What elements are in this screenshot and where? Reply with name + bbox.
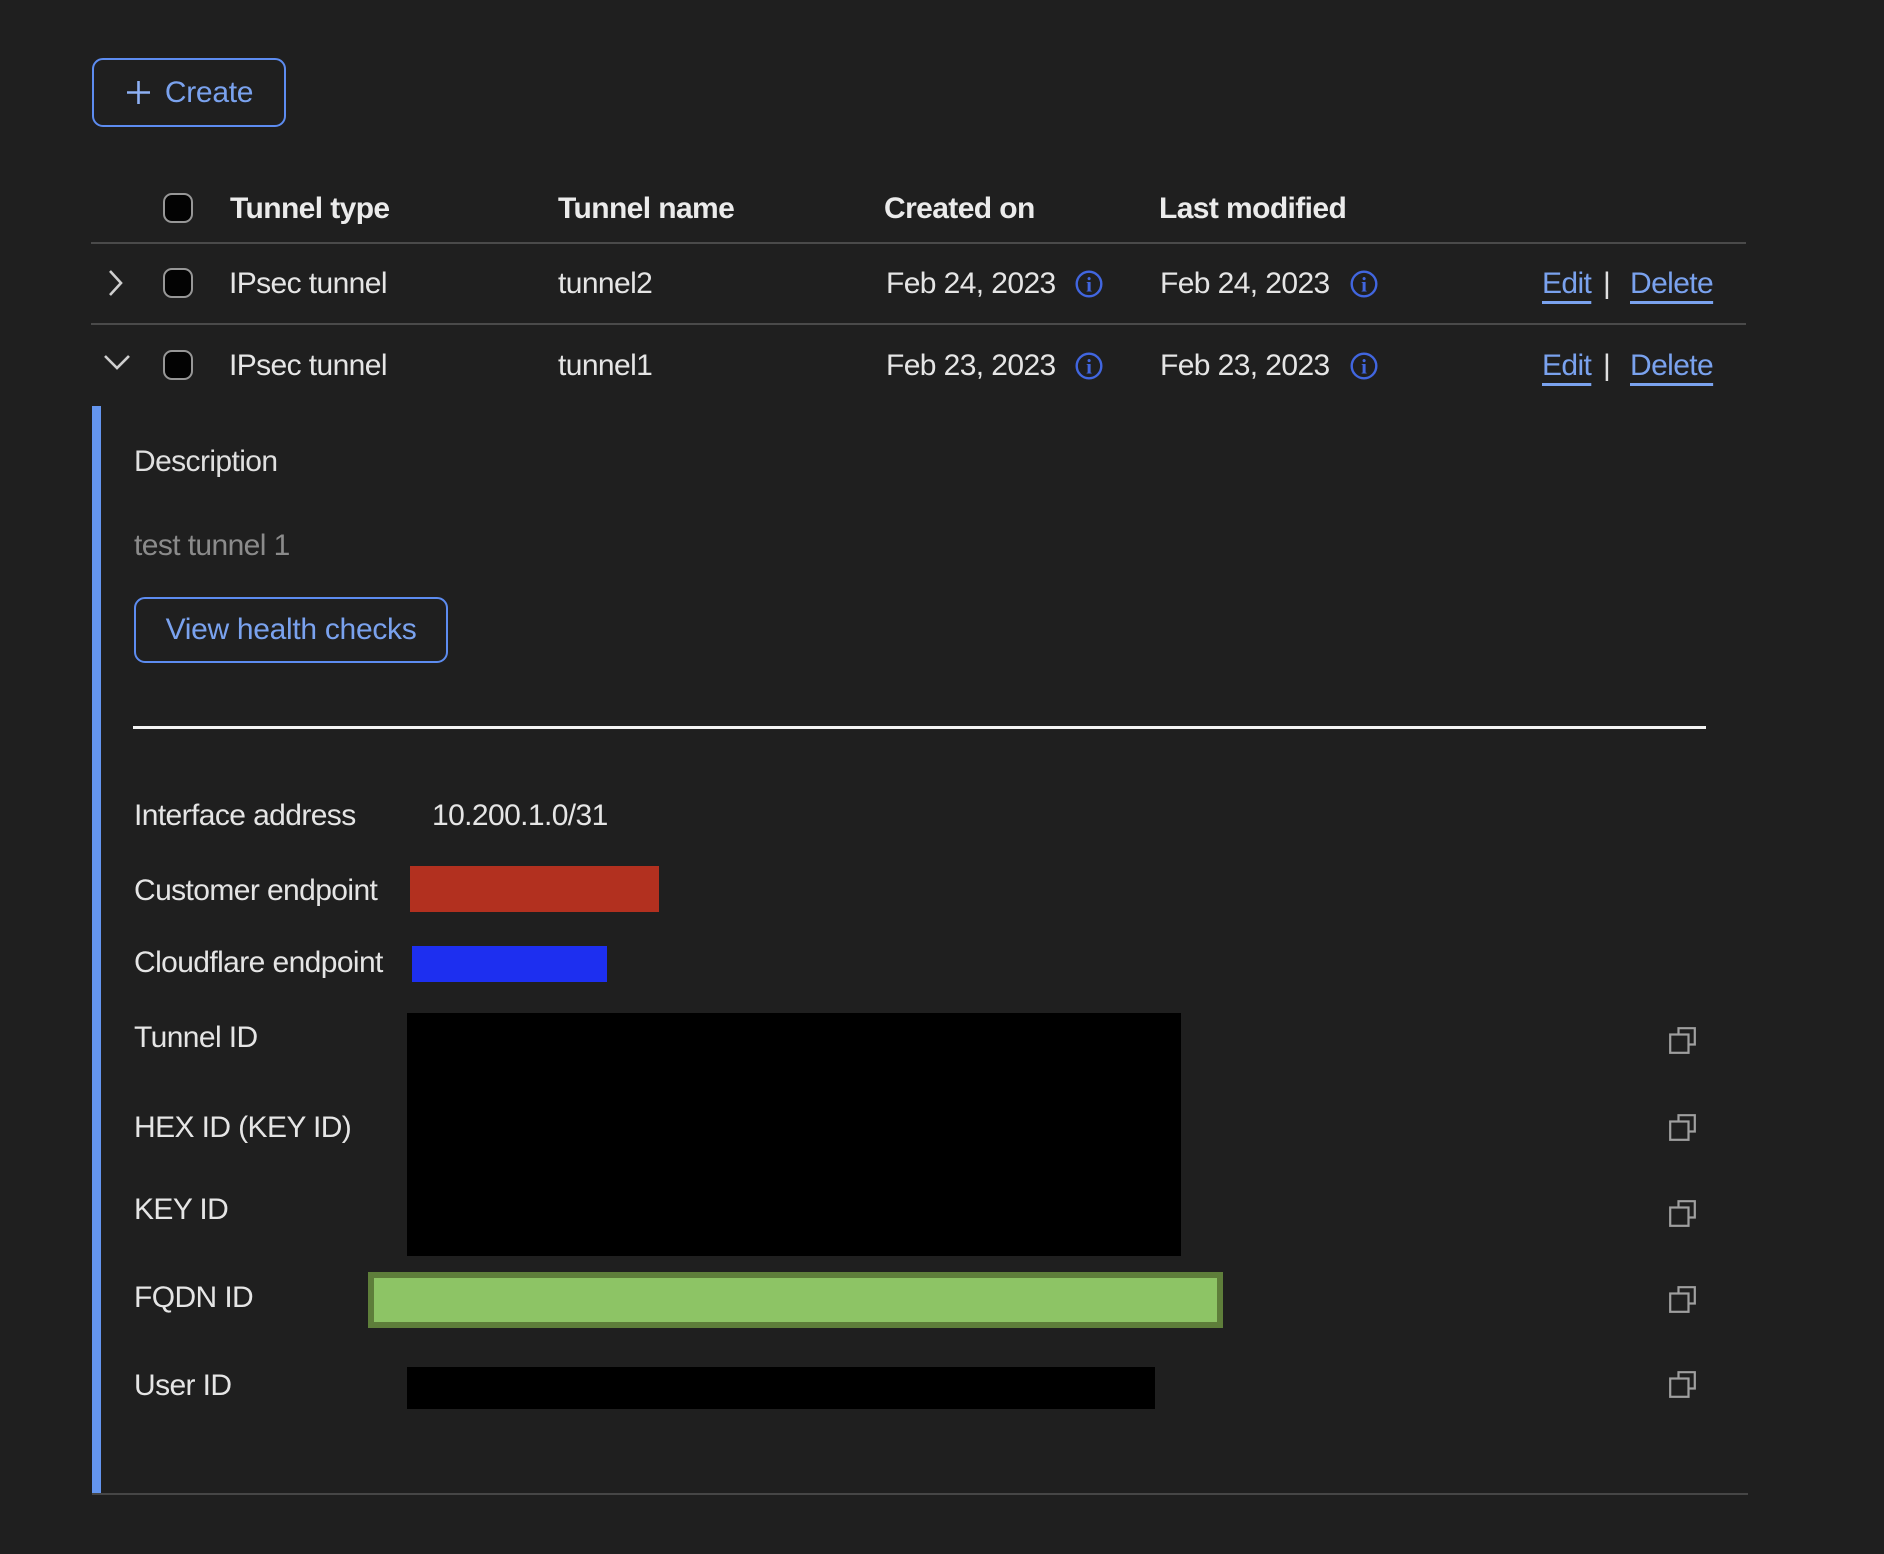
svg-text:i: i <box>1361 355 1367 379</box>
svg-text:i: i <box>1086 273 1092 297</box>
svg-text:i: i <box>1086 355 1092 379</box>
svg-text:i: i <box>1361 273 1367 297</box>
